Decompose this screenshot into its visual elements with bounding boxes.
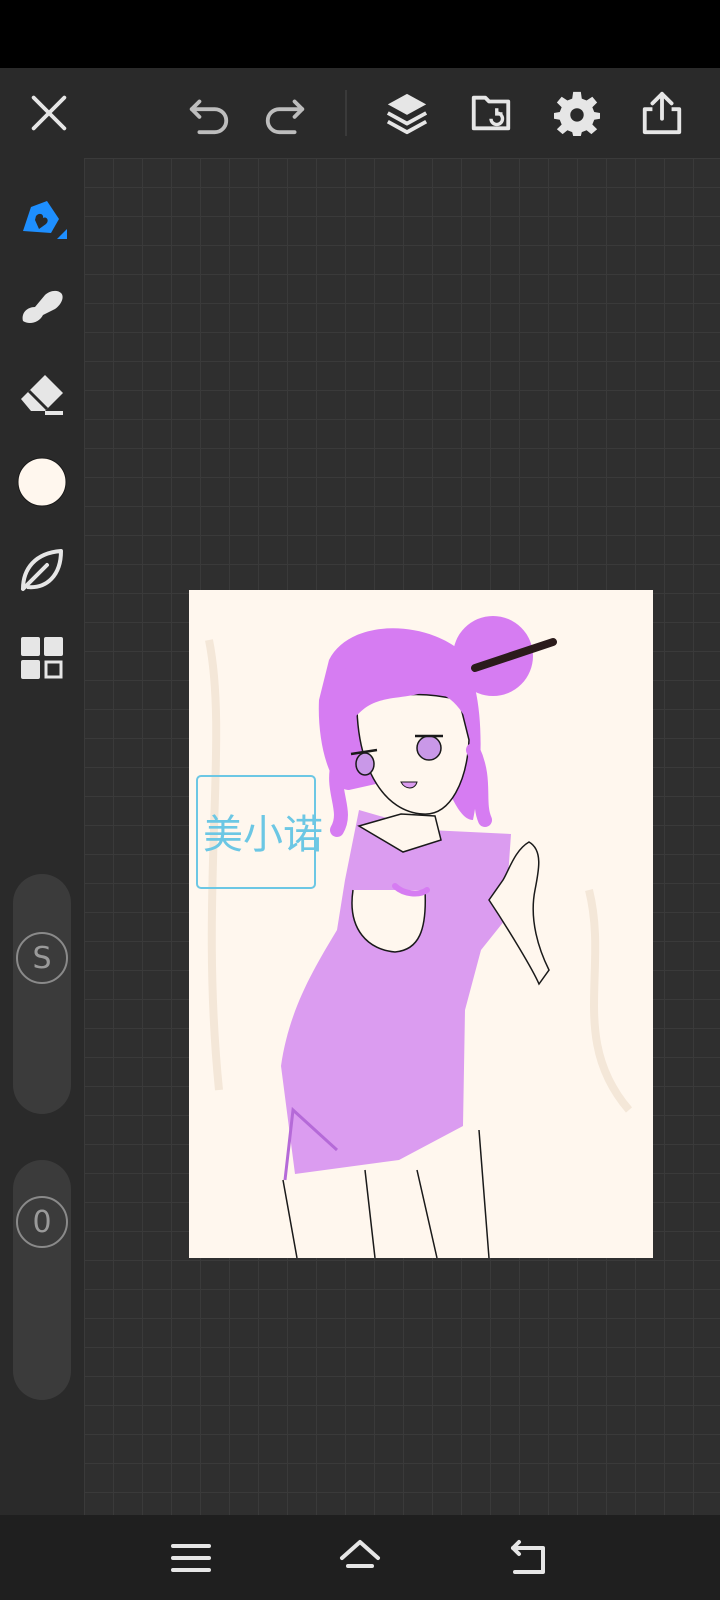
close-button[interactable] [22,86,76,140]
close-icon [31,95,67,131]
signature-text: 美小诺 [203,812,323,858]
smudge-icon [22,290,63,323]
smudge-tool-button[interactable] [12,276,72,336]
opacity-slider-label: 0 [32,1204,52,1240]
color-swatch-icon [17,457,67,507]
opacity-slider-knob[interactable]: 0 [16,1196,68,1248]
home-button[interactable] [333,1531,387,1585]
drawing-canvas[interactable]: 美小诺 [189,590,653,1258]
system-nav-bar [0,1515,720,1600]
eraser-tool-button[interactable] [12,364,72,424]
pen-icon [23,201,67,239]
undo-icon [189,99,229,135]
pen-tool-button[interactable] [12,188,72,248]
brush-size-slider[interactable]: S [13,874,71,1114]
home-icon [340,1540,380,1568]
menu-button[interactable] [164,1531,218,1585]
brush-library-button[interactable] [12,540,72,600]
layers-button[interactable] [380,86,434,140]
undo-button[interactable] [182,86,236,140]
redo-icon [265,99,305,135]
share-icon [642,91,682,135]
import-button[interactable] [464,86,518,140]
back-icon [511,1540,545,1574]
gear-icon [554,91,600,136]
canvas-workspace[interactable]: 美小诺 [84,158,720,1515]
redo-button[interactable] [258,86,312,140]
gallery-grid-button[interactable] [12,628,72,688]
import-icon [471,95,511,131]
size-slider-label: S [32,940,52,976]
menu-icon [171,1544,211,1572]
artwork-illustration: 美小诺 [196,616,633,1258]
eraser-icon [21,375,63,415]
layers-icon [386,93,428,135]
left-tool-rail: S 0 [0,158,84,1515]
status-bar [0,0,720,68]
top-toolbar [0,68,720,158]
opacity-slider[interactable]: 0 [13,1160,71,1400]
toolbar-separator [345,90,347,136]
share-button[interactable] [635,86,689,140]
back-button[interactable] [502,1531,556,1585]
size-slider-knob[interactable]: S [16,932,68,984]
leaf-icon [21,549,63,591]
grid-icon [21,637,63,679]
settings-button[interactable] [550,86,604,140]
color-picker-button[interactable] [12,452,72,512]
